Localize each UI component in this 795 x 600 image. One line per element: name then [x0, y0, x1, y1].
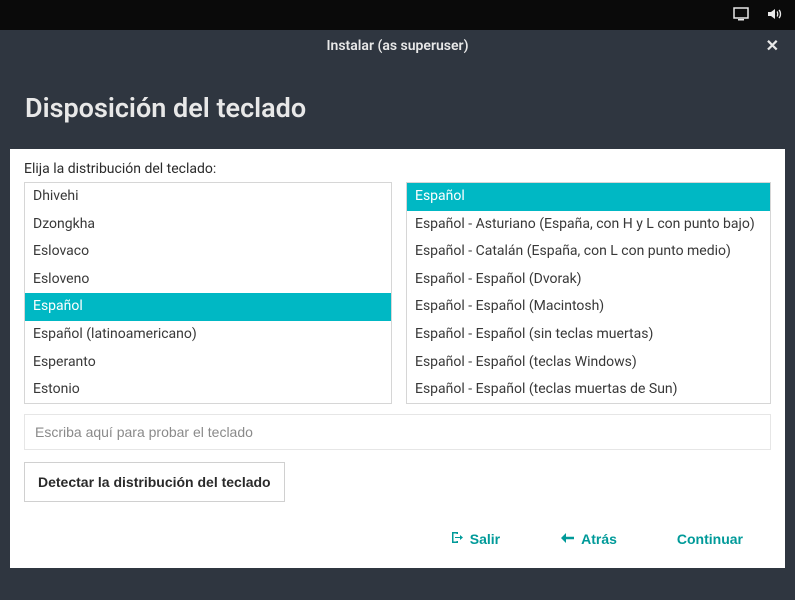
layout-list-item[interactable]: Dhivehi	[25, 183, 391, 211]
window-title: Instalar (as superuser)	[327, 38, 469, 54]
back-button[interactable]: Atrás	[560, 531, 617, 547]
layout-list-item[interactable]: Dzongkha	[25, 211, 391, 239]
variant-list-item[interactable]: Español - Español (teclas muertas de Sun…	[407, 376, 770, 403]
layout-list-item[interactable]: Español (latinoamericano)	[25, 321, 391, 349]
page-title: Disposición del teclado	[25, 92, 770, 124]
header-section: Disposición del teclado	[10, 62, 785, 149]
variant-list-item[interactable]: Español - Español (teclas Windows)	[407, 349, 770, 377]
continue-label: Continuar	[677, 531, 743, 547]
layout-list-item[interactable]: Esperanto	[25, 349, 391, 377]
window-title-bar: Instalar (as superuser) ✕	[10, 30, 785, 62]
variant-list-item[interactable]: Español - Español (sin teclas muertas)	[407, 321, 770, 349]
layout-list-item[interactable]: Estonio	[25, 376, 391, 403]
close-icon[interactable]: ✕	[766, 36, 779, 55]
display-icon[interactable]	[733, 6, 749, 25]
content-area: Elija la distribución del teclado: Dhive…	[10, 149, 785, 568]
variant-list-item[interactable]: Español - Catalán (España, con L con pun…	[407, 238, 770, 266]
prompt-label: Elija la distribución del teclado:	[24, 161, 771, 177]
installer-window: Instalar (as superuser) ✕ Disposición de…	[10, 30, 785, 568]
volume-icon[interactable]	[767, 6, 783, 25]
layout-list-item[interactable]: Esloveno	[25, 266, 391, 294]
layout-list-item[interactable]: Español	[25, 293, 391, 321]
variants-listbox[interactable]: EspañolEspañol - Asturiano (España, con …	[406, 182, 771, 404]
keyboard-test-input[interactable]	[24, 414, 771, 450]
quit-button[interactable]: Salir	[449, 530, 500, 548]
variant-list-item[interactable]: Español - Español (Dvorak)	[407, 266, 770, 294]
variant-list-item[interactable]: Español	[407, 183, 770, 211]
layouts-listbox[interactable]: DhivehiDzongkhaEslovacoEslovenoEspañolEs…	[24, 182, 392, 404]
system-top-bar	[0, 0, 795, 30]
back-label: Atrás	[581, 531, 617, 547]
variant-list-item[interactable]: Español - Español (Macintosh)	[407, 293, 770, 321]
variant-list-item[interactable]: Español - Asturiano (España, con H y L c…	[407, 211, 770, 239]
quit-label: Salir	[470, 531, 500, 547]
layout-list-item[interactable]: Eslovaco	[25, 238, 391, 266]
continue-button[interactable]: Continuar	[677, 531, 743, 547]
nav-buttons: Salir Atrás Continuar	[24, 530, 771, 554]
exit-icon	[449, 530, 464, 548]
detect-layout-button[interactable]: Detectar la distribución del teclado	[24, 462, 285, 502]
arrow-left-icon	[560, 531, 575, 547]
